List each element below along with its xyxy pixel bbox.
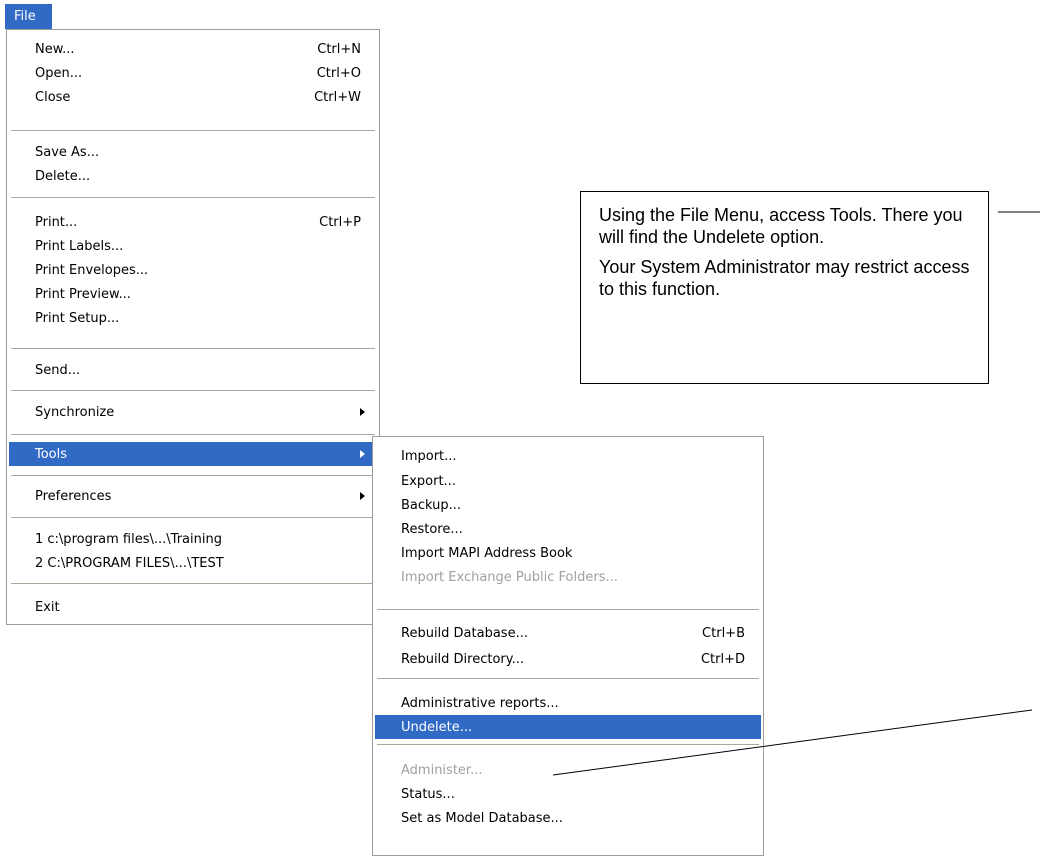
menu-item-label: Open... — [35, 65, 83, 81]
menu-item-recent-2[interactable]: 2 C:\PROGRAM FILES\...\TEST — [9, 551, 377, 575]
menu-item-label: Import MAPI Address Book — [401, 545, 573, 561]
menu-item-set-model-database[interactable]: Set as Model Database... — [375, 806, 761, 830]
menu-item-label: Rebuild Directory... — [401, 651, 525, 667]
menu-item-shortcut: Ctrl+W — [314, 89, 361, 105]
menu-item-print-preview[interactable]: Print Preview... — [9, 282, 377, 306]
menu-item-label: Tools — [35, 446, 68, 462]
tools-submenu: Import... Export... Backup... Restore...… — [372, 436, 764, 856]
menu-item-label: Print Preview... — [35, 286, 131, 302]
menu-item-label: 1 c:\program files\...\Training — [35, 531, 222, 547]
menu-item-print-labels[interactable]: Print Labels... — [9, 234, 377, 258]
menu-item-label: Print Envelopes... — [35, 262, 149, 278]
menu-item-label: 2 C:\PROGRAM FILES\...\TEST — [35, 555, 224, 571]
menu-item-label: Delete... — [35, 168, 91, 184]
menu-item-shortcut: Ctrl+O — [316, 65, 361, 81]
menu-separator — [11, 583, 375, 584]
submenu-arrow-icon — [360, 492, 365, 500]
menu-item-restore[interactable]: Restore... — [375, 517, 761, 541]
menu-item-shortcut: Ctrl+D — [700, 651, 745, 667]
menu-separator — [11, 517, 375, 518]
menu-item-label: Synchronize — [35, 404, 115, 420]
menu-item-label: Save As... — [35, 144, 100, 160]
callout-box: Using the File Menu, access Tools. There… — [580, 191, 989, 384]
menu-item-label: Restore... — [401, 521, 463, 537]
menu-item-rebuild-directory[interactable]: Rebuild Directory... Ctrl+D — [375, 647, 761, 671]
submenu-arrow-icon — [360, 450, 365, 458]
menu-separator — [377, 744, 759, 745]
menu-item-label: Import... — [401, 448, 457, 464]
menu-separator — [11, 348, 375, 349]
menu-item-save-as[interactable]: Save As... — [9, 140, 377, 164]
menu-item-label: Exit — [35, 599, 60, 615]
menu-item-label: Preferences — [35, 488, 112, 504]
menu-separator — [377, 609, 759, 610]
menu-item-label: Print Labels... — [35, 238, 124, 254]
menu-item-label: New... — [35, 41, 75, 57]
menu-separator — [11, 390, 375, 391]
menu-item-administrative-reports[interactable]: Administrative reports... — [375, 691, 761, 715]
menu-item-label: Send... — [35, 362, 81, 378]
menu-item-import-mapi[interactable]: Import MAPI Address Book — [375, 541, 761, 565]
menu-item-shortcut: Ctrl+N — [317, 41, 361, 57]
submenu-arrow-icon — [360, 408, 365, 416]
menu-item-send[interactable]: Send... — [9, 358, 377, 382]
menu-item-administer: Administer... — [375, 758, 761, 782]
menu-item-print[interactable]: Print... Ctrl+P — [9, 210, 377, 234]
menu-item-preferences[interactable]: Preferences — [9, 484, 377, 508]
callout-paragraph-2: Your System Administrator may restrict a… — [599, 257, 970, 299]
menu-item-synchronize[interactable]: Synchronize — [9, 400, 377, 424]
menu-item-label: Close — [35, 89, 71, 105]
menu-separator — [11, 197, 375, 198]
menu-item-import-exchange: Import Exchange Public Folders... — [375, 565, 761, 589]
menu-item-print-setup[interactable]: Print Setup... — [9, 306, 377, 330]
menu-item-label: Backup... — [401, 497, 462, 513]
menu-item-label: Undelete... — [401, 719, 473, 735]
menu-item-label: Print... — [35, 214, 78, 230]
menu-item-delete[interactable]: Delete... — [9, 164, 377, 188]
menu-item-shortcut: Ctrl+P — [319, 214, 361, 230]
menu-item-rebuild-database[interactable]: Rebuild Database... Ctrl+B — [375, 621, 761, 645]
menu-item-exit[interactable]: Exit — [9, 595, 377, 619]
menu-item-label: Administer... — [401, 762, 483, 778]
menu-item-label: Rebuild Database... — [401, 625, 528, 641]
menu-item-status[interactable]: Status... — [375, 782, 761, 806]
menu-item-new[interactable]: New... Ctrl+N — [9, 37, 377, 61]
file-menu: New... Ctrl+N Open... Ctrl+O Close Ctrl+W S… — [6, 29, 380, 625]
menu-separator — [11, 475, 375, 476]
menu-separator — [11, 434, 375, 435]
menu-item-open[interactable]: Open... Ctrl+O — [9, 61, 377, 85]
menu-item-label: Set as Model Database... — [401, 810, 563, 826]
menu-item-export[interactable]: Export... — [375, 469, 761, 493]
menu-item-print-envelopes[interactable]: Print Envelopes... — [9, 258, 377, 282]
menu-item-close[interactable]: Close Ctrl+W — [9, 85, 377, 109]
menu-item-label: Import Exchange Public Folders... — [401, 569, 618, 585]
menu-item-label: Export... — [401, 473, 456, 489]
menu-item-label: Status... — [401, 786, 455, 802]
menu-separator — [377, 678, 759, 679]
menu-item-tools[interactable]: Tools — [9, 442, 377, 466]
menu-item-recent-1[interactable]: 1 c:\program files\...\Training — [9, 527, 377, 551]
menu-item-shortcut: Ctrl+B — [702, 625, 745, 641]
file-menu-button[interactable]: File — [5, 4, 52, 29]
menu-item-undelete[interactable]: Undelete... — [375, 715, 761, 739]
callout-paragraph-1: Using the File Menu, access Tools. There… — [599, 205, 963, 247]
menu-item-label: Print Setup... — [35, 310, 120, 326]
menu-item-import[interactable]: Import... — [375, 444, 761, 468]
menu-item-backup[interactable]: Backup... — [375, 493, 761, 517]
menu-item-label: Administrative reports... — [401, 695, 559, 711]
menu-separator — [11, 130, 375, 131]
